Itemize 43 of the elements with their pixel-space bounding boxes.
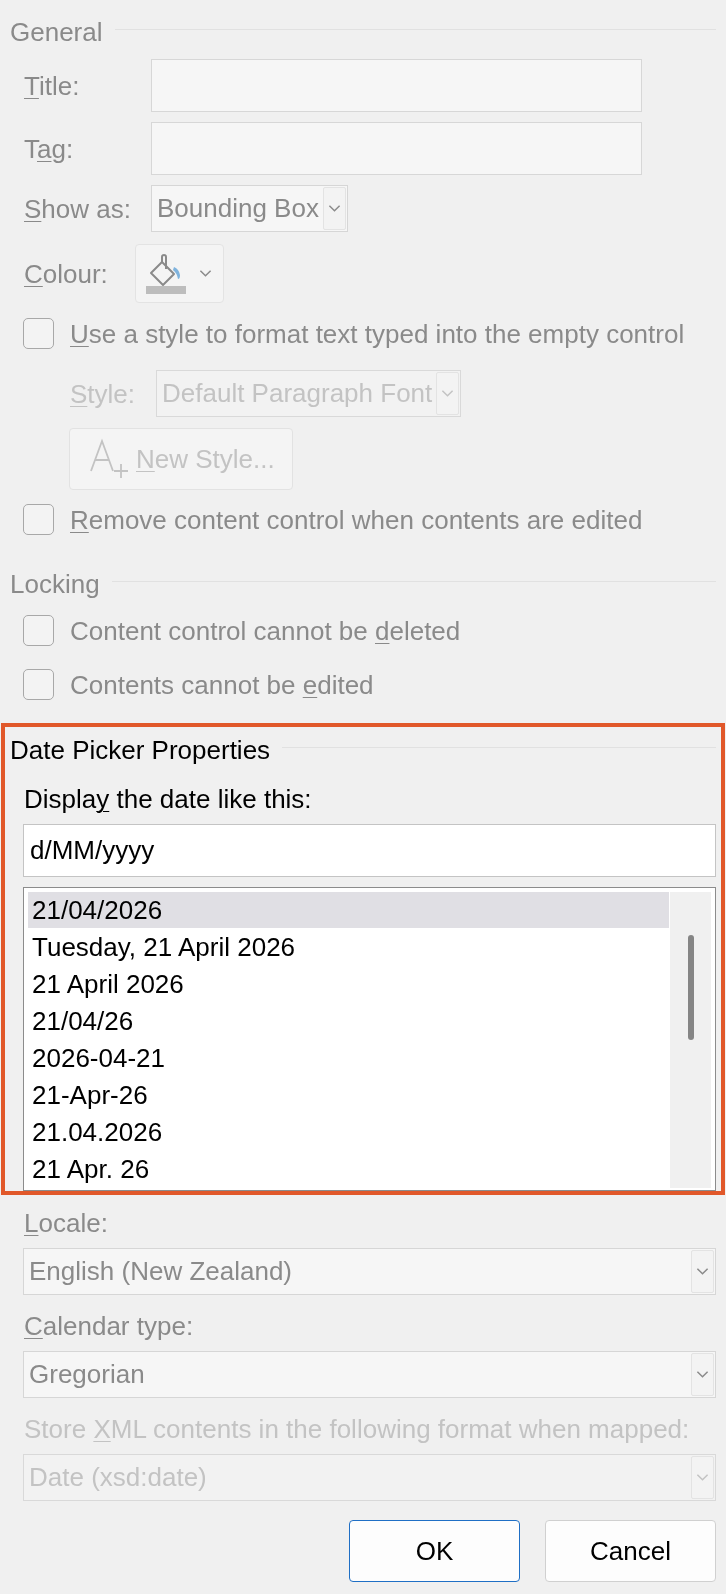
- dialog-button[interactable]: OK: [349, 1520, 520, 1582]
- chevron-down-icon: [696, 1267, 709, 1276]
- list-item[interactable]: 21/04/26: [28, 1003, 669, 1039]
- input-field[interactable]: [151, 122, 642, 175]
- checkbox[interactable]: [23, 318, 54, 349]
- field-label: Display the date like this:: [24, 784, 312, 814]
- list-box[interactable]: 21/04/2026 Tuesday, 21 April 2026 21 April 2026 21/04/26 2026-04-21 21-Apr-26 21.04.2026 21 Apr. 26: [23, 887, 716, 1191]
- paint-bucket-icon: [146, 253, 186, 294]
- chevron-down-icon: [696, 1473, 709, 1482]
- list-item[interactable]: 21 Apr. 26: [28, 1151, 669, 1187]
- checkbox-label: Remove content control when contents are edited: [70, 504, 643, 535]
- checkbox[interactable]: [23, 669, 54, 700]
- field-label: Locale:: [24, 1208, 108, 1238]
- section-heading: Locking: [10, 569, 100, 599]
- section-heading: General: [10, 17, 103, 47]
- field-label: Colour:: [24, 258, 109, 289]
- list-item[interactable]: Tuesday, 21 April 2026: [28, 929, 669, 965]
- list-item[interactable]: 21/04/2026: [28, 892, 669, 928]
- field-label: Title:: [24, 70, 81, 101]
- input-field[interactable]: [151, 59, 642, 112]
- section-heading: Date Picker Properties: [10, 735, 271, 765]
- field-label: Show as:: [24, 193, 132, 224]
- list-item[interactable]: 21 April 2026: [28, 966, 669, 1002]
- list-item[interactable]: 21.04.2026: [28, 1114, 669, 1150]
- dialog-button[interactable]: Cancel: [545, 1520, 716, 1582]
- checkbox-label: Contents cannot be edited: [70, 669, 374, 700]
- input-field[interactable]: d/MM/yyyy: [23, 824, 716, 877]
- list-item[interactable]: 2026-04-21: [28, 1040, 669, 1076]
- checkbox-label: Use a style to format text typed into the empty control: [70, 318, 685, 349]
- checkbox[interactable]: [23, 504, 54, 535]
- field-label: Tag:: [24, 133, 75, 164]
- chevron-down-icon: [199, 269, 212, 278]
- checkbox-label: Content control cannot be deleted: [70, 615, 461, 646]
- list-item[interactable]: 21-Apr-26: [28, 1077, 669, 1113]
- color-picker-button[interactable]: [135, 244, 224, 303]
- scrollbar-thumb[interactable]: [687, 935, 694, 1040]
- field-label: Calendar type:: [24, 1311, 194, 1341]
- letter-plus-icon: [89, 438, 131, 480]
- chevron-down-icon: [696, 1370, 709, 1379]
- chevron-down-icon: [327, 204, 341, 213]
- chevron-down-icon: [441, 389, 455, 398]
- checkbox[interactable]: [23, 615, 54, 646]
- scrollbar[interactable]: [670, 892, 711, 1188]
